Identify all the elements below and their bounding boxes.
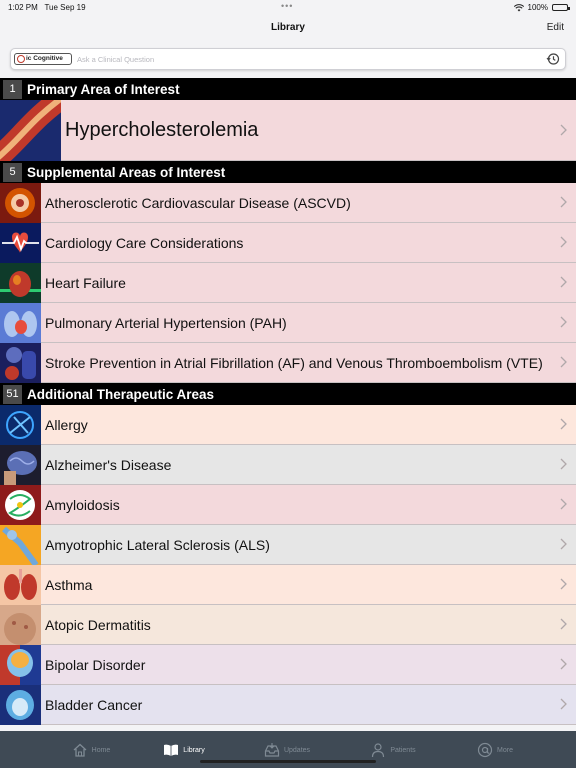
brain-thumbnail — [0, 444, 41, 485]
list-item-ascvd[interactable]: Atherosclerotic Cardiovascular Disease (… — [0, 182, 576, 223]
bladder-thumbnail — [0, 684, 41, 725]
section-label: Additional Therapeutic Areas — [27, 386, 215, 402]
chevron-right-icon — [560, 538, 567, 550]
section-header-supplemental: 5 Supplemental Areas of Interest — [0, 161, 576, 183]
plaque-thumbnail — [0, 182, 41, 223]
list-item-hypercholesterolemia[interactable]: Hypercholesterolemia — [0, 99, 576, 161]
section-count: 1 — [3, 79, 22, 99]
list-item-label: Atherosclerotic Cardiovascular Disease (… — [45, 194, 351, 211]
chevron-right-icon — [560, 578, 567, 590]
tab-label: Home — [91, 746, 111, 754]
status-right: 100% — [513, 3, 570, 12]
battery-percent: 100% — [527, 3, 548, 12]
section-count: 51 — [3, 384, 22, 404]
protein-thumbnail — [0, 484, 41, 525]
status-time: 1:02 PM Tue Sep 19 — [8, 3, 86, 12]
wifi-icon — [513, 3, 524, 11]
chevron-right-icon — [560, 658, 567, 670]
page-title: Library — [271, 22, 305, 33]
house-icon — [73, 743, 87, 757]
home-indicator[interactable] — [200, 760, 376, 763]
book-icon — [164, 744, 179, 756]
list-item-als[interactable]: Amyotrophic Lateral Sclerosis (ALS) — [0, 524, 576, 565]
list-item-pah[interactable]: Pulmonary Arterial Hypertension (PAH) — [0, 302, 576, 343]
list-item-label: Allergy — [45, 416, 88, 433]
list-item-label: Bipolar Disorder — [45, 656, 146, 673]
list-item-label: Hypercholesterolemia — [65, 118, 259, 141]
person-icon — [372, 743, 385, 758]
chevron-right-icon — [560, 356, 567, 368]
neuron-thumbnail — [0, 524, 41, 565]
chevron-right-icon — [560, 618, 567, 630]
chevron-right-icon — [560, 196, 567, 208]
section-count: 5 — [3, 162, 22, 182]
list-item-label: Pulmonary Arterial Hypertension (PAH) — [45, 314, 287, 331]
edit-button[interactable]: Edit — [547, 22, 564, 33]
list-item-label: Stroke Prevention in Atrial Fibrillation… — [45, 354, 543, 371]
list-item-label: Cardiology Care Considerations — [45, 234, 244, 251]
anatomy-thumbnail — [0, 342, 41, 383]
lungs-heart-thumbnail — [0, 302, 41, 343]
head-thumbnail — [0, 644, 41, 685]
list-item-label: Atopic Dermatitis — [45, 616, 151, 633]
skin-thumbnail — [0, 604, 41, 645]
list-item-label: Amyloidosis — [45, 496, 120, 513]
allergy-thumbnail — [0, 404, 41, 445]
list-item-alzheimers[interactable]: Alzheimer's Disease — [0, 444, 576, 485]
artery-thumbnail — [0, 99, 61, 161]
search-bar[interactable]: ic Cognitive Ask a Clinical Question — [10, 48, 566, 70]
list-item-stroke-prevention[interactable]: Stroke Prevention in Atrial Fibrillation… — [0, 342, 576, 383]
tab-label: Library — [183, 746, 205, 754]
list-item-amyloidosis[interactable]: Amyloidosis — [0, 484, 576, 525]
list-item-allergy[interactable]: Allergy — [0, 404, 576, 445]
section-label: Primary Area of Interest — [27, 81, 180, 97]
list-item-bladder-cancer[interactable]: Bladder Cancer — [0, 684, 576, 725]
list-item-label: Bladder Cancer — [45, 696, 143, 713]
list-item-asthma[interactable]: Asthma — [0, 564, 576, 605]
chevron-right-icon — [560, 316, 567, 328]
status-bar: 1:02 PM Tue Sep 19 ••• 100% — [0, 0, 576, 14]
tab-label: Patients — [390, 746, 416, 754]
navigation-bar: Library Edit — [0, 14, 576, 44]
heartbeat-thumbnail — [0, 222, 41, 263]
list-item-bipolar-disorder[interactable]: Bipolar Disorder — [0, 644, 576, 685]
search-input[interactable]: Ask a Clinical Question — [77, 55, 154, 64]
at-icon — [477, 742, 493, 758]
tab-label: Updates — [283, 746, 311, 754]
chevron-right-icon — [560, 458, 567, 470]
chevron-right-icon — [560, 698, 567, 710]
cognitive-logo: ic Cognitive — [14, 53, 72, 65]
inbox-icon — [264, 743, 280, 757]
library-list[interactable]: 1 Primary Area of Interest Hypercholeste… — [0, 78, 576, 731]
list-item-label: Heart Failure — [45, 274, 126, 291]
list-item-label: Asthma — [45, 576, 93, 593]
chevron-right-icon — [560, 236, 567, 248]
history-icon[interactable] — [546, 52, 560, 66]
chevron-right-icon — [560, 276, 567, 288]
list-item-cardiology-care[interactable]: Cardiology Care Considerations — [0, 222, 576, 263]
heart-thumbnail — [0, 262, 41, 303]
chevron-right-icon — [560, 418, 567, 430]
list-item-heart-failure[interactable]: Heart Failure — [0, 262, 576, 303]
section-label: Supplemental Areas of Interest — [27, 164, 226, 180]
multitask-dots[interactable]: ••• — [281, 1, 293, 11]
list-item-atopic-dermatitis[interactable]: Atopic Dermatitis — [0, 604, 576, 645]
lungs-thumbnail — [0, 564, 41, 605]
chevron-right-icon — [560, 498, 567, 510]
tab-label: More — [497, 746, 513, 754]
section-header-primary: 1 Primary Area of Interest — [0, 78, 576, 100]
section-header-additional: 51 Additional Therapeutic Areas — [0, 383, 576, 405]
list-item-label: Alzheimer's Disease — [45, 456, 172, 473]
battery-icon — [552, 4, 570, 11]
tab-home[interactable]: Home — [51, 737, 131, 763]
tab-more[interactable]: More — [455, 737, 535, 763]
list-item-label: Amyotrophic Lateral Sclerosis (ALS) — [45, 536, 270, 553]
chevron-right-icon — [560, 124, 567, 136]
